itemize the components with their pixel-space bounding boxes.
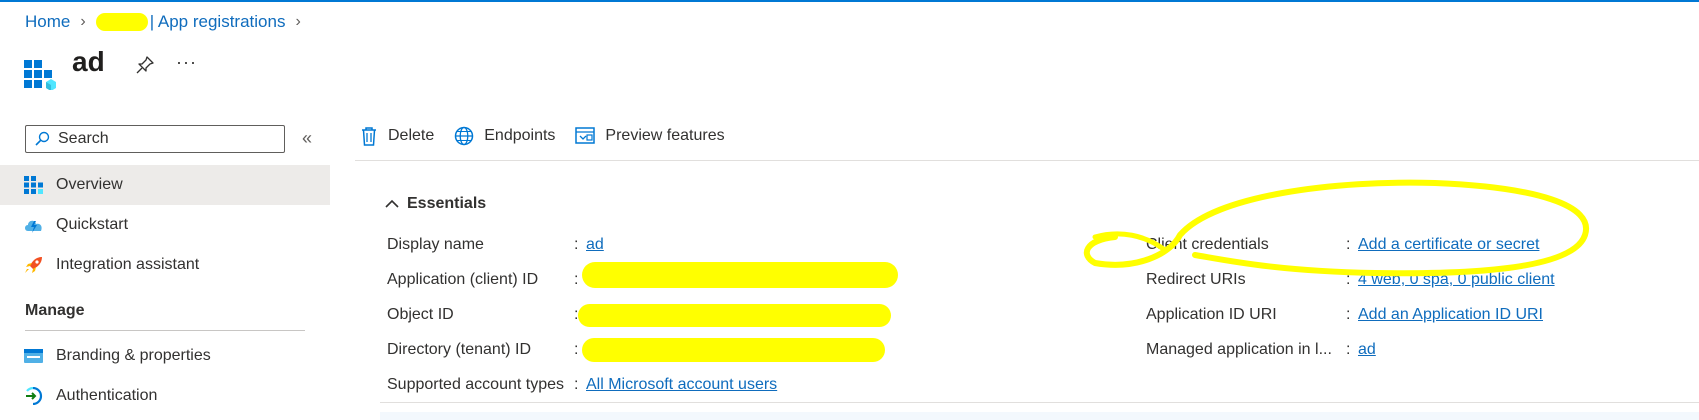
display-name-label: Display name — [387, 236, 484, 253]
colon: : — [1346, 341, 1351, 358]
account-types-link[interactable]: All Microsoft account users — [586, 376, 777, 394]
search-icon — [35, 131, 50, 146]
sidebar-item-label: Authentication — [56, 387, 158, 404]
essentials-divider — [380, 402, 1699, 403]
managed-app-label: Managed application in l... — [1146, 341, 1332, 358]
delete-label: Delete — [388, 127, 435, 144]
colon: : — [574, 376, 579, 393]
breadcrumb: Home › | App registrations › — [25, 12, 311, 32]
authentication-icon — [26, 387, 43, 405]
delete-button[interactable]: Delete — [360, 126, 434, 146]
command-bar-divider — [355, 160, 1699, 161]
tenant-id-label: Directory (tenant) ID — [387, 341, 532, 358]
chevron-up-icon — [385, 199, 399, 208]
preview-features-icon — [575, 127, 596, 144]
breadcrumb-home[interactable]: Home — [25, 12, 70, 32]
preview-features-button[interactable]: Preview features — [575, 127, 725, 145]
cloud-bolt-icon — [25, 220, 42, 233]
portal-top-border — [0, 0, 1699, 2]
sidebar-item-branding-properties[interactable]: Branding & properties — [0, 336, 330, 376]
app-id-uri-link[interactable]: Add an Application ID URI — [1358, 306, 1543, 324]
colon: : — [574, 271, 579, 288]
breadcrumb-app-registrations[interactable]: | App registrations — [150, 12, 286, 32]
sidebar-item-integration-assistant[interactable]: Integration assistant — [0, 245, 330, 285]
sidebar-item-overview[interactable]: Overview — [0, 165, 330, 205]
overview-grid-icon — [24, 176, 43, 194]
command-bar: Delete Endpoints Preview features — [360, 126, 745, 146]
sidebar-item-label: Overview — [56, 176, 123, 193]
breadcrumb-chevron-icon: › — [295, 13, 301, 30]
app-registration-icon — [24, 60, 56, 90]
sidebar-item-label: Quickstart — [56, 216, 129, 233]
object-id-label: Object ID — [387, 306, 454, 323]
highlight-annotation-loop — [1083, 179, 1590, 277]
more-options-icon[interactable]: ··· — [176, 52, 197, 73]
redacted-tenant-name — [95, 13, 148, 31]
sidebar-item-quickstart[interactable]: Quickstart — [0, 205, 330, 245]
search-input[interactable] — [56, 129, 280, 149]
essentials-toggle[interactable]: Essentials — [385, 195, 486, 213]
globe-icon — [455, 126, 474, 146]
sidebar-item-label: Integration assistant — [56, 256, 200, 273]
managed-app-link[interactable]: ad — [1358, 341, 1376, 359]
branding-card-icon — [24, 349, 43, 363]
redacted-object-id — [578, 304, 891, 327]
sidebar-section-manage: Manage — [25, 302, 85, 319]
essentials-title: Essentials — [407, 195, 487, 212]
colon: : — [574, 236, 579, 253]
collapse-sidebar-icon[interactable]: « — [302, 128, 312, 149]
app-id-uri-label: Application ID URI — [1146, 306, 1277, 323]
client-id-label: Application (client) ID — [387, 271, 539, 288]
section-divider — [25, 330, 305, 331]
account-types-label: Supported account types — [387, 376, 565, 393]
page-title: ad — [72, 46, 105, 77]
sidebar-item-label: Branding & properties — [56, 347, 211, 364]
rocket-icon — [25, 257, 42, 273]
info-banner-edge — [380, 412, 1699, 420]
endpoints-button[interactable]: Endpoints — [454, 126, 555, 146]
redacted-client-id — [582, 262, 898, 288]
display-name-link[interactable]: ad — [586, 236, 604, 254]
endpoints-label: Endpoints — [484, 127, 556, 144]
sidebar-item-authentication[interactable]: Authentication — [0, 376, 330, 416]
breadcrumb-chevron-icon: › — [80, 13, 86, 30]
pin-icon[interactable] — [135, 55, 155, 75]
trash-icon — [362, 127, 376, 146]
sidebar-search[interactable] — [25, 125, 285, 153]
redacted-tenant-id — [582, 338, 885, 362]
colon: : — [574, 341, 579, 358]
colon: : — [1346, 306, 1351, 323]
preview-features-label: Preview features — [605, 127, 725, 144]
